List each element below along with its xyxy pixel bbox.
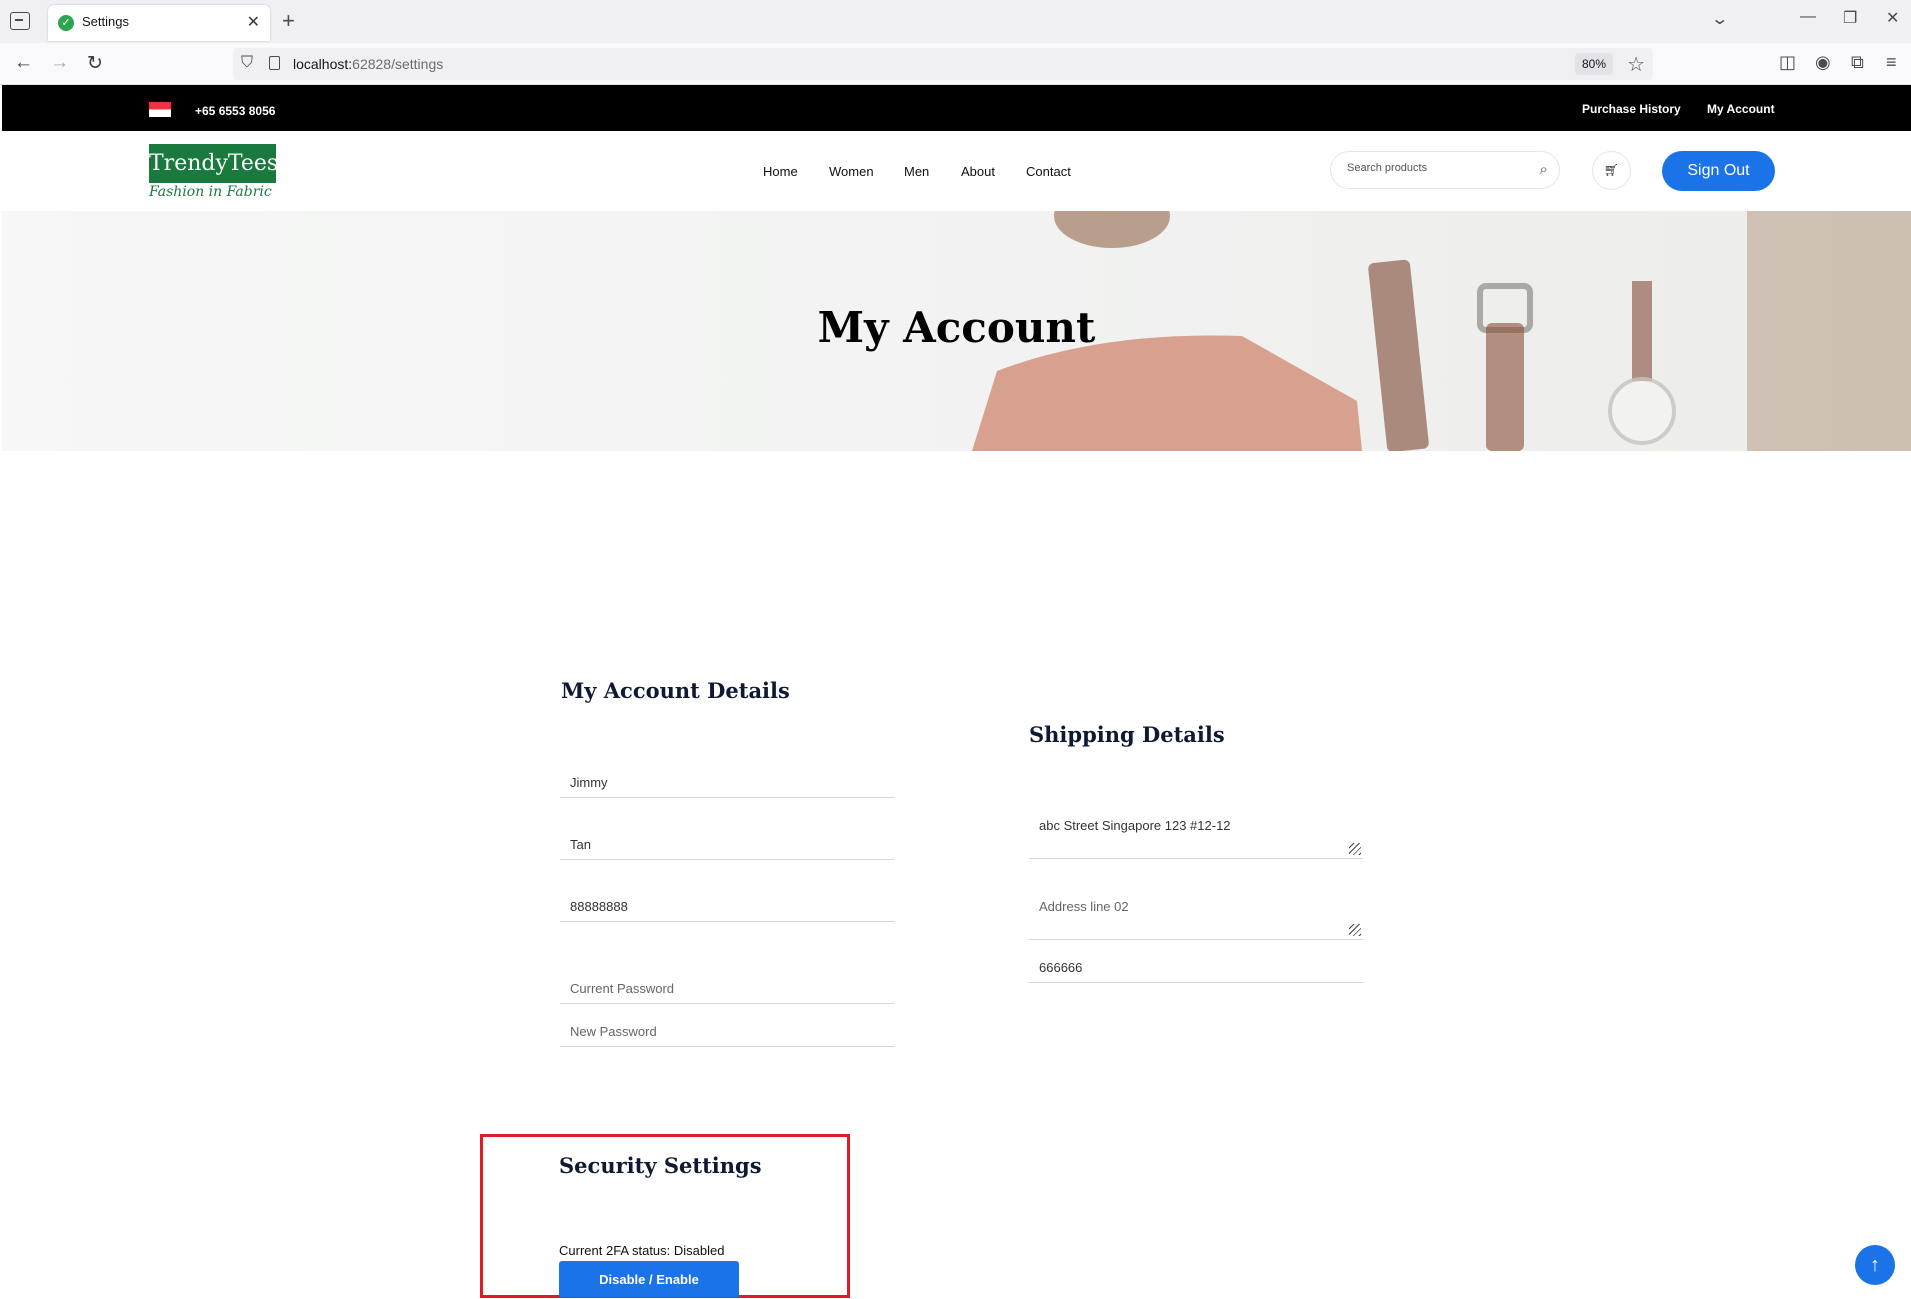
page-title: My Account xyxy=(817,303,1096,352)
window-close-icon[interactable]: ✕ xyxy=(1886,8,1899,28)
address-bar[interactable]: ⛉ localhost:62828/settings 80% ☆ xyxy=(233,48,1653,80)
site-top-bar: +65 6553 8056 Purchase History My Accoun… xyxy=(2,85,1911,131)
restore-icon[interactable]: ❐ xyxy=(1843,8,1857,28)
zoom-level[interactable]: 80% xyxy=(1574,53,1613,75)
menu-icon[interactable]: ≡ xyxy=(1886,52,1897,73)
contact-phone: +65 6553 8056 xyxy=(195,104,276,118)
nav-men[interactable]: Men xyxy=(904,164,929,179)
browser-tab-bar: ✓ Settings ✕ + ⌄ — ❐ ✕ xyxy=(0,0,1911,43)
singapore-flag-icon xyxy=(149,102,171,117)
close-tab-icon[interactable]: ✕ xyxy=(247,12,260,32)
cart-icon[interactable]: 🛒︎ xyxy=(1592,151,1631,190)
minimize-icon[interactable]: — xyxy=(1800,8,1816,26)
new-tab-icon[interactable]: + xyxy=(282,8,295,34)
my-account-link[interactable]: My Account xyxy=(1707,102,1775,116)
hero-banner: My Account xyxy=(2,211,1911,451)
address-line-1-field[interactable]: abc Street Singapore 123 #12-12 xyxy=(1029,816,1363,859)
shield-icon[interactable]: ⛉ xyxy=(241,54,253,72)
phone-field[interactable] xyxy=(560,899,894,922)
scroll-to-top-arrow-icon[interactable]: ↑ xyxy=(1855,1245,1895,1285)
resize-handle-icon[interactable] xyxy=(1349,924,1361,936)
account-details-title: My Account Details xyxy=(561,678,790,703)
bookmark-star-icon[interactable]: ☆ xyxy=(1627,52,1645,77)
resize-handle-icon[interactable] xyxy=(1349,843,1361,855)
shipping-details-title: Shipping Details xyxy=(1029,722,1225,747)
logo-tagline: Fashion in Fabric xyxy=(149,184,272,200)
browser-tab[interactable]: ✓ Settings ✕ xyxy=(48,5,270,41)
purchase-history-link[interactable]: Purchase History xyxy=(1582,102,1681,116)
new-password-field[interactable] xyxy=(560,1024,894,1047)
two-factor-status: Current 2FA status: Disabled xyxy=(559,1243,725,1258)
current-password-input[interactable] xyxy=(570,981,894,996)
postal-code-field[interactable] xyxy=(1029,960,1363,983)
account-icon[interactable]: ◉ xyxy=(1815,52,1831,73)
postal-code-input[interactable] xyxy=(1039,960,1363,975)
pocket-icon[interactable]: ◫ xyxy=(1779,52,1796,73)
extensions-icon[interactable]: ⧉ xyxy=(1851,52,1864,73)
forward-arrow-icon[interactable]: → xyxy=(50,52,69,74)
nav-contact[interactable]: Contact xyxy=(1026,164,1071,179)
last-name-input[interactable] xyxy=(570,837,894,852)
site-header: TrendyTees Fashion in Fabric Home Women … xyxy=(2,131,1911,211)
page-icon xyxy=(269,56,280,70)
chevron-down-icon[interactable]: ⌄ xyxy=(1710,9,1729,29)
phone-input[interactable] xyxy=(570,899,894,914)
address-line-2-input[interactable] xyxy=(1029,897,1363,939)
sign-out-button[interactable]: Sign Out xyxy=(1662,151,1775,191)
nav-about[interactable]: About xyxy=(961,164,995,179)
address-line-2-field[interactable] xyxy=(1029,897,1363,940)
reload-icon[interactable]: ↻ xyxy=(87,52,103,75)
nav-home[interactable]: Home xyxy=(763,164,798,179)
browser-nav-bar: ← → ↻ ⛉ localhost:62828/settings 80% ☆ ◫… xyxy=(0,43,1911,85)
new-password-input[interactable] xyxy=(570,1024,894,1039)
security-settings-title: Security Settings xyxy=(559,1153,762,1178)
last-name-field[interactable] xyxy=(560,837,894,860)
first-name-input[interactable] xyxy=(570,775,894,790)
logo[interactable]: TrendyTees xyxy=(149,144,278,183)
tab-title: Settings xyxy=(82,14,129,29)
back-arrow-icon[interactable]: ← xyxy=(14,52,33,74)
url-text[interactable]: localhost:62828/settings xyxy=(293,56,443,72)
firefox-view-icon[interactable] xyxy=(10,12,30,30)
nav-women[interactable]: Women xyxy=(829,164,874,179)
search-input[interactable] xyxy=(1347,162,1527,174)
search-box: ⌕ xyxy=(1330,151,1560,189)
current-password-field[interactable] xyxy=(560,981,894,1004)
toggle-2fa-button[interactable]: Disable / Enable xyxy=(559,1261,739,1297)
first-name-field[interactable] xyxy=(560,775,894,798)
search-icon[interactable]: ⌕ xyxy=(1540,161,1548,178)
address-line-1-input[interactable]: abc Street Singapore 123 #12-12 xyxy=(1029,816,1363,858)
check-favicon-icon: ✓ xyxy=(58,15,74,31)
